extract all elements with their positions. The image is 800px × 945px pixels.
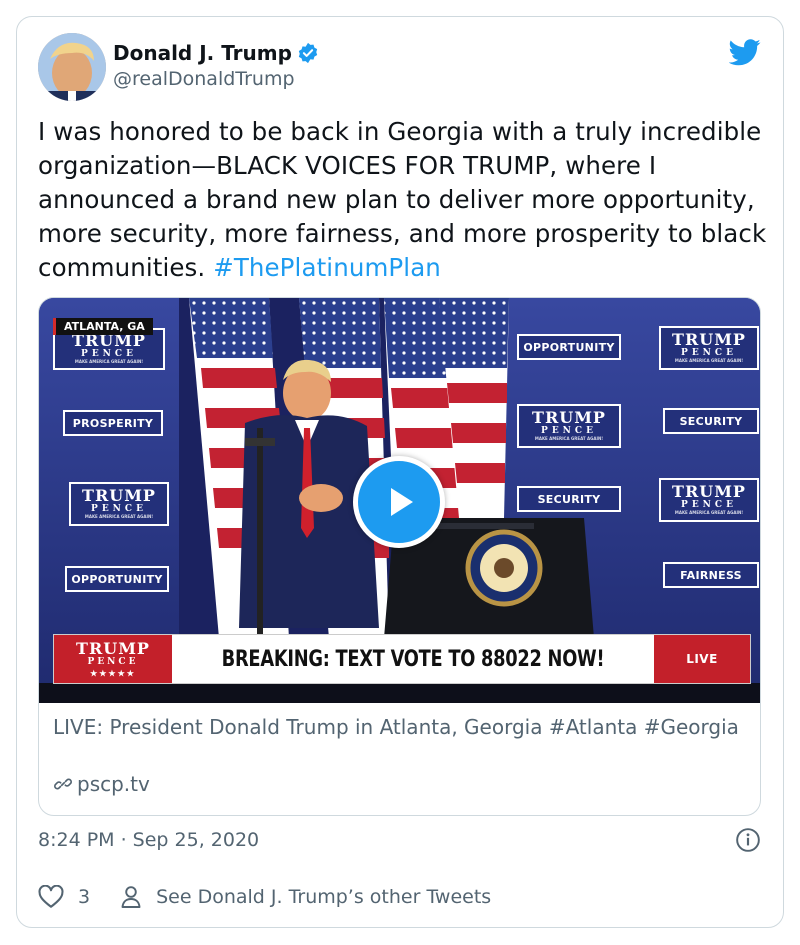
chyron-logo: TRUMP PENCE ★★★★★: [54, 635, 172, 683]
security-sign: SECURITY: [663, 408, 759, 434]
sign-trump-text: TRUMP: [532, 408, 606, 427]
opportunity-sign: OPPORTUNITY: [65, 566, 169, 592]
fairness-sign: FAIRNESS: [663, 562, 759, 588]
security-sign: SECURITY: [517, 486, 621, 512]
sign-trump-text: TRUMP: [82, 486, 156, 505]
chyron-logo-stars: ★★★★★: [90, 667, 136, 678]
info-icon[interactable]: [735, 827, 761, 853]
avatar[interactable]: [38, 33, 106, 101]
play-icon: [391, 488, 413, 516]
sign-pence-text: PENCE: [81, 349, 137, 359]
sign-pence-text: PENCE: [681, 348, 737, 358]
tweet-text: I was honored to be back in Georgia with…: [38, 115, 768, 285]
trump-pence-sign: TRUMP PENCE MAKE AMERICA GREAT AGAIN!: [659, 326, 759, 370]
chyron-logo-bottom: PENCE: [87, 656, 139, 667]
sign-slogan-text: MAKE AMERICA GREAT AGAIN!: [74, 359, 144, 364]
person-icon: [121, 886, 141, 908]
prosperity-sign: PROSPERITY: [63, 410, 163, 436]
sign-trump-text: TRUMP: [672, 330, 746, 349]
opportunity-sign: OPPORTUNITY: [517, 334, 621, 360]
play-button[interactable]: [353, 456, 445, 548]
like-button[interactable]: 3: [38, 885, 120, 909]
link-icon: [54, 778, 72, 790]
video-player[interactable]: TRUMP PENCE MAKE AMERICA GREAT AGAIN! PR…: [39, 298, 760, 703]
verified-icon: [297, 42, 319, 64]
chyron-logo-top: TRUMP: [76, 638, 150, 658]
like-count: 3: [78, 886, 91, 908]
trump-pence-sign: TRUMP PENCE MAKE AMERICA GREAT AGAIN!: [69, 482, 169, 526]
trump-pence-sign: TRUMP PENCE MAKE AMERICA GREAT AGAIN!: [659, 478, 759, 522]
sign-pence-text: PENCE: [91, 504, 147, 514]
tweet-actions: 3 See Donald J. Trump’s other Tweets: [38, 885, 491, 909]
other-tweets-text[interactable]: See Donald J. Trump’s other Tweets: [156, 886, 491, 908]
news-chyron: TRUMP PENCE ★★★★★ BREAKING: TEXT VOTE TO…: [53, 634, 751, 684]
chyron-headline: BREAKING: TEXT VOTE TO 88022 NOW!: [221, 646, 605, 672]
sign-slogan-text: MAKE AMERICA GREAT AGAIN!: [534, 436, 604, 441]
media-card[interactable]: TRUMP PENCE MAKE AMERICA GREAT AGAIN! PR…: [38, 297, 761, 816]
sign-pence-text: PENCE: [681, 500, 737, 510]
sign-trump-text: TRUMP: [672, 482, 746, 501]
location-tag: ATLANTA, GA: [53, 318, 153, 335]
other-tweets-link[interactable]: See Donald J. Trump’s other Tweets: [120, 885, 491, 909]
hashtag-link[interactable]: #ThePlatinumPlan: [213, 253, 441, 282]
sign-slogan-text: MAKE AMERICA GREAT AGAIN!: [674, 358, 744, 363]
link-domain-text[interactable]: pscp.tv: [77, 772, 150, 796]
sign-slogan-text: MAKE AMERICA GREAT AGAIN!: [84, 514, 154, 519]
link-domain[interactable]: pscp.tv: [53, 772, 150, 796]
author-name[interactable]: Donald J. Trump: [113, 41, 319, 65]
link-title[interactable]: LIVE: President Donald Trump in Atlanta,…: [53, 714, 743, 741]
display-name-text[interactable]: Donald J. Trump: [113, 41, 292, 65]
trump-pence-sign: TRUMP PENCE MAKE AMERICA GREAT AGAIN!: [517, 404, 621, 448]
tweet-timestamp[interactable]: 8:24 PM · Sep 25, 2020: [38, 829, 259, 851]
twitter-bird-icon[interactable]: [728, 39, 761, 66]
sign-trump-text: TRUMP: [72, 331, 146, 350]
tweet-card: Donald J. Trump @realDonaldTrump I was h…: [16, 16, 784, 928]
sign-pence-text: PENCE: [541, 426, 597, 436]
sign-slogan-text: MAKE AMERICA GREAT AGAIN!: [674, 510, 744, 515]
author-handle[interactable]: @realDonaldTrump: [113, 68, 295, 90]
live-badge: LIVE: [654, 635, 750, 683]
heart-icon: [38, 885, 64, 908]
